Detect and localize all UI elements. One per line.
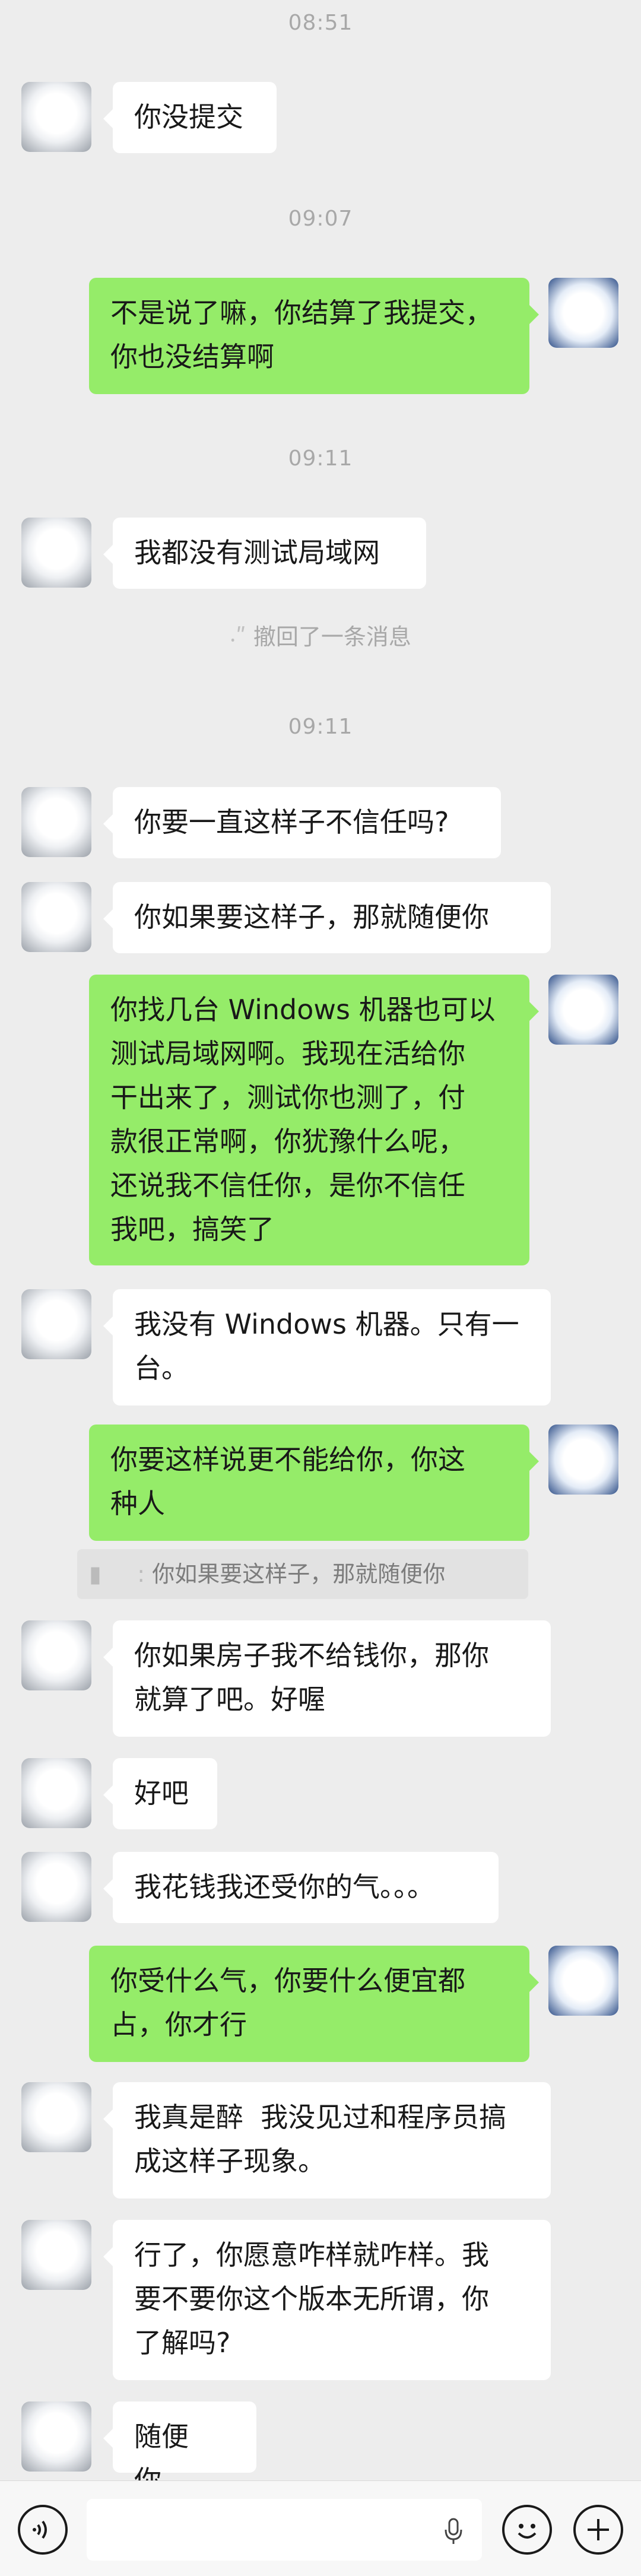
message-bubble[interactable]: 我都没有测试局域网 <box>103 518 426 589</box>
contact-avatar[interactable] <box>21 2401 91 2472</box>
message-bubble[interactable]: 你没提交 <box>103 82 277 153</box>
contact-avatar[interactable] <box>21 82 91 152</box>
contact-avatar[interactable] <box>21 1289 91 1359</box>
message-bubble[interactable]: 你要一直这样子不信任吗? <box>103 787 501 858</box>
contact-avatar[interactable] <box>21 882 91 952</box>
message-bubble[interactable]: 你要这样说更不能给你，你这 种人 <box>89 1425 539 1541</box>
quote-sender: ▮ : <box>89 1561 153 1587</box>
timestamp: 09:11 <box>288 715 353 739</box>
self-avatar[interactable] <box>548 278 618 348</box>
recall-notice: ⸳ʺ 撤回了一条消息 <box>0 618 641 652</box>
contact-avatar[interactable] <box>21 518 91 588</box>
message-bubble[interactable]: 你受什么气，你要什么便宜都 占，你才行 <box>89 1946 539 2062</box>
contact-avatar[interactable] <box>21 1758 91 1828</box>
message-bubble[interactable]: 你如果要这样子，那就随便你 <box>103 882 551 953</box>
self-avatar[interactable] <box>548 1946 618 2016</box>
message-bubble[interactable]: 我花钱我还受你的气。。。 <box>103 1852 499 1923</box>
contact-avatar[interactable] <box>21 2082 91 2152</box>
recall-icon: ⸳ʺ <box>230 624 253 650</box>
message-bubble[interactable]: 你如果房子我不给钱你，那你 就算了吧。好喔 <box>103 1620 551 1737</box>
message-bubble[interactable]: 你找几台 Windows 机器也可以 测试局域网啊。我现在活给你 干出来了，测试… <box>89 975 539 1265</box>
contact-avatar[interactable] <box>21 787 91 857</box>
message-bubble[interactable]: 行了，你愿意咋样就咋样。我 要不要你这个版本无所谓，你 了解吗? <box>103 2220 551 2380</box>
quoted-message[interactable]: ▮ : 你如果要这样子，那就随便你 <box>77 1549 528 1599</box>
contact-avatar[interactable] <box>21 2220 91 2290</box>
plus-icon <box>588 2519 609 2540</box>
timestamp: 09:11 <box>288 446 353 471</box>
input-bar <box>0 2480 641 2576</box>
contact-avatar[interactable] <box>21 1620 91 1690</box>
message-bubble[interactable]: 我没有 Windows 机器。只有一 台。 <box>103 1289 551 1406</box>
message-bubble[interactable]: 不是说了嘛，你结算了我提交， 你也没结算啊 <box>89 278 539 394</box>
contact-avatar[interactable] <box>21 1852 91 1922</box>
self-avatar[interactable] <box>548 975 618 1045</box>
quote-text: 你如果要这样子，那就随便你 <box>152 1561 446 1587</box>
message-input[interactable] <box>87 2499 482 2561</box>
message-bubble[interactable]: 我真是醉 我没见过和程序员搞 成这样子现象。 <box>103 2082 551 2199</box>
emoji-icon <box>518 2524 537 2539</box>
voice-toggle-button[interactable] <box>18 2505 68 2555</box>
voice-icon <box>33 2520 47 2539</box>
emoji-button[interactable] <box>502 2505 552 2555</box>
timestamp: 09:07 <box>288 207 353 231</box>
message-bubble[interactable]: 好吧 <box>103 1758 217 1829</box>
timestamp: 08:51 <box>288 11 353 35</box>
microphone-icon[interactable] <box>442 2517 465 2546</box>
self-avatar[interactable] <box>548 1425 618 1495</box>
recall-text: 撤回了一条消息 <box>253 624 411 650</box>
more-button[interactable] <box>573 2505 623 2555</box>
message-bubble[interactable]: 随便你。 <box>103 2401 256 2496</box>
